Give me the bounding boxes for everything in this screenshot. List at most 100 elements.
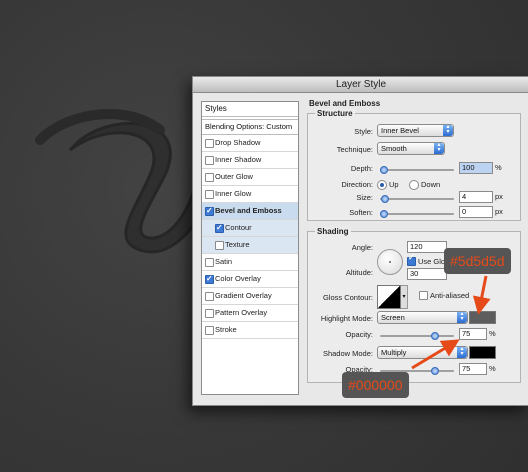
- style-item-color-overlay[interactable]: Color Overlay: [202, 271, 298, 288]
- style-item-checkbox[interactable]: [205, 156, 214, 165]
- style-item-checkbox[interactable]: [205, 203, 214, 219]
- style-item-label: Texture: [225, 240, 250, 249]
- highlight-opacity-unit: %: [489, 329, 496, 338]
- shadow-mode-value: Multiply: [381, 348, 407, 357]
- shadow-mode-select[interactable]: Multiply ▴ ▾: [377, 346, 468, 359]
- style-item-label: Stroke: [215, 325, 237, 334]
- highlight-mode-label: Highlight Mode:: [320, 314, 373, 323]
- style-item-checkbox[interactable]: [205, 292, 214, 301]
- popup-arrows-icon: ▴ ▾: [457, 346, 467, 358]
- angle-dial[interactable]: [377, 249, 403, 275]
- shadow-color-callout: #000000: [342, 372, 409, 398]
- highlight-opacity-knob[interactable]: [431, 332, 439, 340]
- highlight-color-callout: #5d5d5d: [444, 248, 511, 274]
- bevel-emboss-title: Bevel and Emboss: [309, 99, 381, 108]
- style-item-checkbox[interactable]: [205, 139, 214, 148]
- style-item-label: Bevel and Emboss: [215, 206, 282, 215]
- soften-slider[interactable]: [380, 210, 454, 218]
- style-item-checkbox[interactable]: [205, 190, 214, 199]
- style-item-inner-shadow[interactable]: Inner Shadow: [202, 152, 298, 169]
- structure-title: Structure: [315, 109, 355, 118]
- altitude-label: Altitude:: [345, 268, 373, 277]
- style-item-checkbox[interactable]: [205, 173, 214, 182]
- style-item-label: Satin: [215, 257, 233, 266]
- style-item-label: Drop Shadow: [215, 138, 261, 147]
- style-item-inner-glow[interactable]: Inner Glow: [202, 186, 298, 203]
- style-item-label: Inner Glow: [215, 189, 252, 198]
- highlight-mode-value: Screen: [381, 313, 405, 322]
- gloss-contour-label: Gloss Contour:: [322, 293, 373, 302]
- style-item-outer-glow[interactable]: Outer Glow: [202, 169, 298, 186]
- style-item-bevel-and-emboss[interactable]: Bevel and Emboss: [202, 203, 298, 220]
- style-item-gradient-overlay[interactable]: Gradient Overlay: [202, 288, 298, 305]
- dialog-title: Layer Style: [193, 77, 528, 93]
- style-item-texture[interactable]: Texture: [202, 237, 298, 254]
- technique-label: Technique:: [336, 145, 373, 154]
- highlight-mode-select[interactable]: Screen ▴ ▾: [377, 311, 468, 324]
- direction-up-label: Up: [389, 180, 399, 189]
- gloss-contour-picker[interactable]: [377, 285, 401, 309]
- style-item-label: Color Overlay: [215, 274, 261, 283]
- style-item-checkbox[interactable]: [205, 326, 214, 335]
- styles-list: Styles Blending Options: Custom Drop Sha…: [201, 101, 299, 395]
- depth-label: Depth:: [350, 164, 373, 173]
- depth-slider-knob[interactable]: [380, 166, 388, 174]
- size-input[interactable]: 4: [459, 191, 493, 203]
- highlight-color-swatch[interactable]: [469, 311, 496, 324]
- style-item-satin[interactable]: Satin: [202, 254, 298, 271]
- style-item-label: Contour: [225, 223, 252, 232]
- highlight-opacity-input[interactable]: 75: [459, 328, 487, 340]
- soften-slider-knob[interactable]: [380, 210, 388, 218]
- shadow-opacity-knob[interactable]: [431, 367, 439, 375]
- direction-down-radio[interactable]: [409, 180, 419, 190]
- size-slider[interactable]: [380, 195, 454, 203]
- shadow-color-swatch[interactable]: [469, 346, 496, 359]
- technique-select-value: Smooth: [381, 144, 407, 153]
- shadow-opacity-input[interactable]: 75: [459, 363, 487, 375]
- popup-arrows-icon: ▴ ▾: [434, 142, 444, 154]
- angle-label: Angle:: [351, 243, 373, 252]
- altitude-input[interactable]: 30: [407, 268, 447, 280]
- style-label: Style:: [354, 127, 373, 136]
- style-item-checkbox[interactable]: [215, 220, 224, 236]
- depth-input[interactable]: 100: [459, 162, 493, 174]
- style-item-contour[interactable]: Contour: [202, 220, 298, 237]
- angle-input[interactable]: 120: [407, 241, 447, 253]
- style-item-label: Pattern Overlay: [215, 308, 268, 317]
- style-item-label: Inner Shadow: [215, 155, 262, 164]
- contour-dropdown-icon[interactable]: ▾: [401, 285, 408, 309]
- style-item-label: Outer Glow: [215, 172, 253, 181]
- popup-arrows-icon: ▴ ▾: [443, 124, 453, 136]
- style-select-value: Inner Bevel: [381, 126, 419, 135]
- size-label: Size:: [356, 193, 373, 202]
- anti-aliased-label: Anti-aliased: [430, 291, 470, 300]
- use-global-light-checkbox[interactable]: [407, 253, 416, 266]
- direction-up-radio[interactable]: [377, 180, 387, 190]
- soften-unit: px: [495, 207, 503, 216]
- layer-style-dialog: Layer Style Styles Blending Options: Cus…: [192, 76, 528, 406]
- size-unit: px: [495, 192, 503, 201]
- soften-input[interactable]: 0: [459, 206, 493, 218]
- style-select[interactable]: Inner Bevel ▴ ▾: [377, 124, 454, 137]
- shadow-opacity-unit: %: [489, 364, 496, 373]
- style-item-checkbox[interactable]: [205, 271, 214, 287]
- style-item-pattern-overlay[interactable]: Pattern Overlay: [202, 305, 298, 322]
- anti-aliased-checkbox[interactable]: [419, 291, 428, 300]
- highlight-opacity-label: Opacity:: [345, 330, 373, 339]
- soften-label: Soften:: [349, 208, 373, 217]
- highlight-opacity-slider[interactable]: [380, 332, 454, 340]
- style-item-checkbox[interactable]: [205, 258, 214, 267]
- style-item-checkbox[interactable]: [215, 241, 224, 250]
- shadow-mode-label: Shadow Mode:: [322, 349, 373, 358]
- blending-options-item[interactable]: Blending Options: Custom: [202, 119, 298, 135]
- styles-header[interactable]: Styles: [202, 102, 298, 117]
- depth-slider[interactable]: [380, 166, 454, 174]
- direction-label: Direction:: [341, 180, 373, 189]
- shading-title: Shading: [315, 227, 351, 236]
- popup-arrows-icon: ▴ ▾: [457, 311, 467, 323]
- style-item-drop-shadow[interactable]: Drop Shadow: [202, 135, 298, 152]
- style-item-checkbox[interactable]: [205, 309, 214, 318]
- technique-select[interactable]: Smooth ▴ ▾: [377, 142, 445, 155]
- style-item-stroke[interactable]: Stroke: [202, 322, 298, 339]
- depth-unit: %: [495, 163, 502, 172]
